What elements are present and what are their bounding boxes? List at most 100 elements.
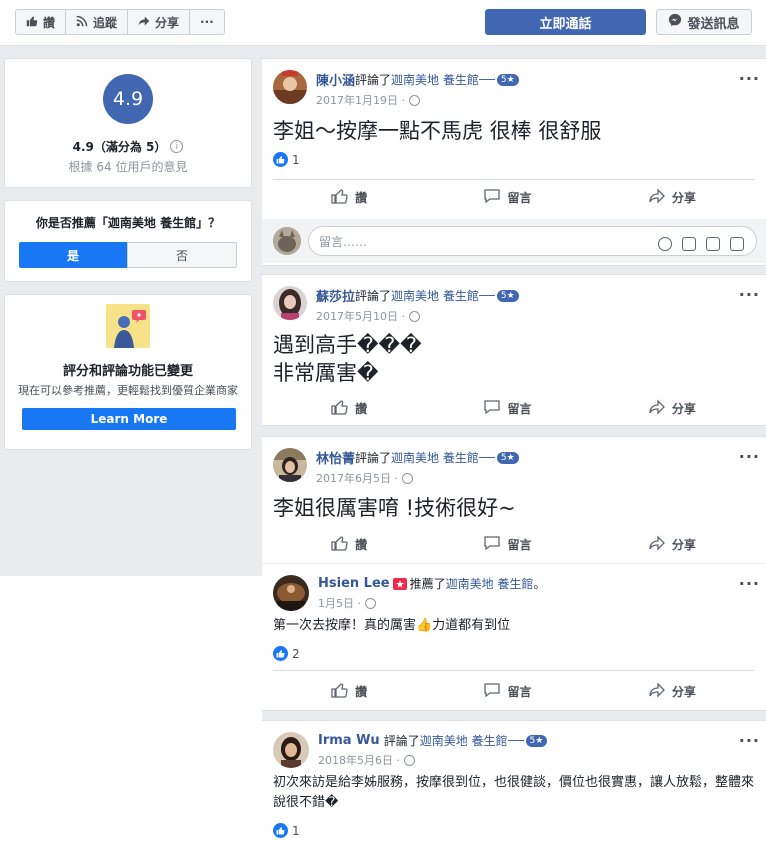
share-button[interactable]: 分享 [648, 398, 696, 418]
review-post: 陳小涵 評論了 迦南美地 養生館 5★ 2017年1月19日 · ··· 李姐～… [262, 58, 766, 266]
post-date-line: 2017年5月10日 · [316, 308, 519, 324]
like-button[interactable]: 讚 [331, 682, 367, 701]
page-link[interactable]: 迦南美地 養生館 [391, 71, 479, 88]
share-button[interactable]: 分享 [648, 187, 696, 207]
post-date-line: 2018年5月6日 · [318, 752, 547, 768]
info-icon[interactable]: i [170, 140, 184, 153]
post-title-line: 蘇莎拉 評論了 迦南美地 養生館 5★ [316, 286, 519, 305]
post-title-line: 林怡菁 評論了 迦南美地 養生館 5★ [316, 448, 519, 467]
post-more-button[interactable]: ··· [739, 447, 760, 466]
thumbs-up-icon [331, 399, 349, 418]
recommend-choice: 是 否 [19, 242, 237, 268]
like-reaction-icon [273, 152, 288, 167]
post-date[interactable]: 1月5日 · [318, 595, 361, 611]
post-more-button[interactable]: ··· [739, 285, 760, 304]
post-date[interactable]: 2017年5月10日 · [316, 308, 405, 324]
page-link[interactable]: 迦南美地 養生館 [420, 732, 508, 749]
recommend-yes-button[interactable]: 是 [19, 242, 127, 268]
post-header: 蘇莎拉 評論了 迦南美地 養生館 5★ 2017年5月10日 · [273, 286, 519, 324]
author-name[interactable]: 林怡菁 [316, 448, 355, 467]
avatar[interactable] [273, 732, 309, 768]
post-date-line: 1月5日 · [318, 595, 545, 611]
post-header: 陳小涵 評論了 迦南美地 養生館 5★ 2017年1月19日 · [273, 70, 519, 108]
comment-label: 留言 [507, 537, 532, 552]
post-more-button[interactable]: ··· [739, 574, 760, 593]
reaction-summary[interactable]: 1 [273, 823, 300, 838]
post-title-line: 陳小涵 評論了 迦南美地 養生館 5★ [316, 70, 519, 89]
camera-icon[interactable] [682, 237, 696, 251]
comment-button[interactable]: 留言 [483, 399, 532, 418]
star-rating-badge: 5★ [525, 734, 548, 747]
comment-bubble-icon [483, 535, 501, 554]
author-name[interactable]: 陳小涵 [316, 70, 355, 89]
author-name[interactable]: Hsien Lee [318, 576, 390, 591]
like-reaction-icon [273, 823, 288, 838]
author-name[interactable]: Irma Wu [318, 733, 380, 748]
post-date[interactable]: 2017年1月19日 · [316, 92, 405, 108]
star-connector [478, 79, 495, 80]
post-body: 李姐很厲害唷 !技術很好~ [273, 496, 516, 520]
reaction-count: 1 [292, 823, 300, 838]
page-link[interactable]: 迦南美地 養生館 [391, 449, 479, 466]
reaction-count: 2 [292, 646, 300, 661]
more-options-button[interactable]: ··· [190, 10, 224, 34]
comment-button[interactable]: 留言 [483, 535, 532, 554]
globe-icon [408, 94, 420, 106]
post-body-line: 遇到高手��� [273, 333, 422, 357]
rating-score-circle: 4.9 [103, 74, 153, 124]
reaction-summary[interactable]: 1 [273, 152, 300, 167]
gif-icon[interactable] [706, 237, 720, 251]
reviewed-text: 評論了 [355, 289, 392, 303]
post-actions: 讚 留言 分享 [273, 184, 754, 210]
rating-summary-card: 4.9 4.9（滿分為 5） i 根據 64 位用戶的意見 [4, 58, 252, 188]
call-now-button[interactable]: 立即通話 [485, 9, 646, 35]
post-date[interactable]: 2017年6月5日 · [316, 470, 398, 486]
like-button[interactable]: 讚 [331, 399, 367, 418]
review-post: Irma Wu 評論了 迦南美地 養生館 5★ 2018年5月6日 · ··· … [262, 720, 766, 850]
comment-bubble-icon [483, 682, 501, 701]
page-button-group: 讚 追蹤 分享 ··· [15, 9, 225, 35]
like-button[interactable]: 讚 [331, 535, 367, 554]
avatar[interactable] [273, 70, 307, 104]
share-page-button[interactable]: 分享 [128, 10, 191, 34]
send-message-button[interactable]: 發送訊息 [656, 9, 752, 35]
globe-icon [408, 310, 420, 322]
star-connector [478, 295, 495, 296]
messenger-icon [668, 13, 682, 31]
post-date[interactable]: 2018年5月6日 · [318, 752, 400, 768]
like-label: 讚 [355, 684, 368, 699]
post-header: Irma Wu 評論了 迦南美地 養生館 5★ 2018年5月6日 · [273, 732, 548, 768]
share-button[interactable]: 分享 [648, 534, 696, 554]
post-more-button[interactable]: ··· [739, 69, 760, 88]
avatar[interactable] [273, 575, 309, 611]
promo-description: 現在可以參考推薦，更輕鬆找到優質企業商家 [18, 384, 238, 397]
avatar[interactable] [273, 286, 307, 320]
learn-more-button[interactable]: Learn More [22, 408, 236, 430]
avatar[interactable] [273, 448, 307, 482]
reaction-summary[interactable]: 2 [273, 646, 300, 661]
page-link[interactable]: 迦南美地 養生館 [391, 287, 479, 304]
post-more-button[interactable]: ··· [739, 731, 760, 750]
emoji-icon[interactable] [658, 237, 672, 251]
follow-button[interactable]: 追蹤 [66, 10, 129, 34]
review-post: 林怡菁 評論了 迦南美地 養生館 5★ 2017年6月5日 · ··· 李姐很厲… [262, 436, 766, 564]
author-name[interactable]: 蘇莎拉 [316, 286, 355, 305]
comment-button[interactable]: 留言 [483, 682, 532, 701]
share-label: 分享 [671, 684, 696, 699]
globe-icon [401, 472, 413, 484]
promo-title: 評分和評論功能已變更 [62, 364, 193, 379]
share-button[interactable]: 分享 [648, 681, 696, 701]
recommend-no-button[interactable]: 否 [127, 242, 237, 268]
like-page-button[interactable]: 讚 [16, 10, 67, 34]
post-actions: 讚 留言 分享 [273, 531, 754, 557]
sticker-icon[interactable] [730, 237, 744, 251]
share-arrow-icon [648, 534, 666, 554]
left-blank-area [0, 576, 262, 850]
comment-button[interactable]: 留言 [483, 188, 532, 207]
page-link[interactable]: 迦南美地 養生館 [446, 575, 534, 592]
star-rating-badge: 5★ [496, 451, 519, 464]
like-button[interactable]: 讚 [331, 188, 367, 207]
post-date-line: 2017年1月19日 · [316, 92, 519, 108]
rating-score-text: 4.9（滿分為 5） i [5, 138, 251, 155]
star-connector [478, 457, 495, 458]
